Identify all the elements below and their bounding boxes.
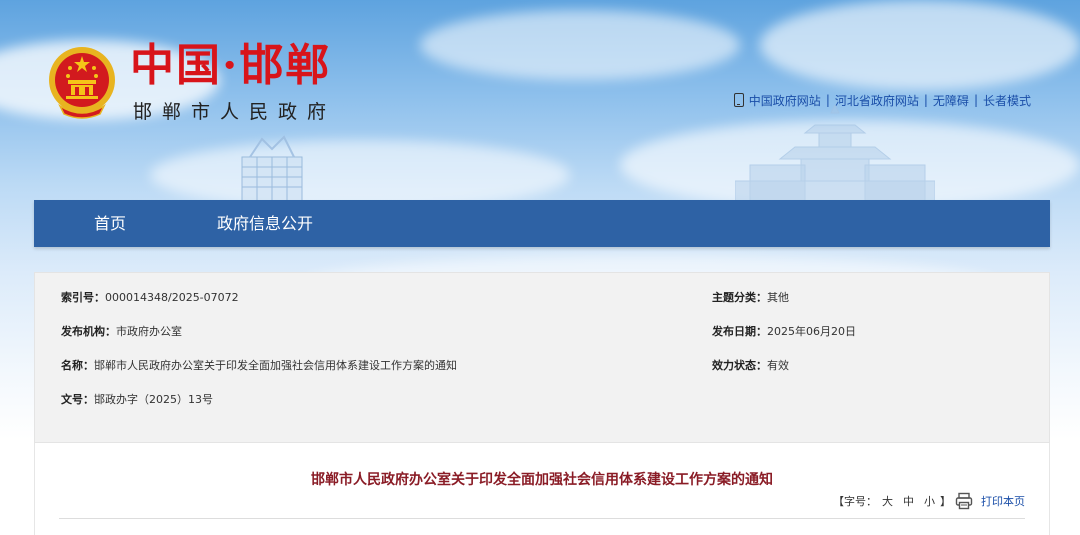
link-hebei-gov[interactable]: 河北省政府网站: [835, 92, 919, 109]
meta-topic: 主题分类：其他: [712, 290, 789, 306]
meta-index: 索引号：000014348/2025-07072: [61, 290, 239, 306]
meta-name-label: 名称：: [61, 359, 94, 372]
separator: |: [923, 93, 928, 107]
font-size-close: 】: [940, 495, 951, 508]
meta-date-value: 2025年06月20日: [767, 325, 856, 338]
meta-org: 发布机构：市政府办公室: [61, 324, 182, 340]
meta-topic-label: 主题分类：: [712, 291, 767, 304]
meta-index-value: 000014348/2025-07072: [105, 291, 239, 304]
meta-docno: 文号：邯政办字（2025）13号: [61, 392, 213, 408]
meta-docno-label: 文号：: [61, 393, 94, 406]
meta-org-value: 市政府办公室: [116, 325, 182, 338]
meta-status-label: 效力状态：: [712, 359, 767, 372]
printer-icon[interactable]: [955, 492, 973, 510]
cloud: [420, 10, 740, 80]
meta-name: 名称：邯郸市人民政府办公室关于印发全面加强社会信用体系建设工作方案的通知: [61, 358, 457, 374]
cloud: [760, 0, 1080, 90]
article-content: 邯郸市人民政府办公室关于印发全面加强社会信用体系建设工作方案的通知 【字号： 大…: [34, 443, 1050, 535]
meta-status-value: 有效: [767, 359, 789, 372]
nav-item-gov-info[interactable]: 政府信息公开: [217, 200, 313, 247]
font-size-small-button[interactable]: 小: [924, 493, 935, 509]
site-logo-subtitle: 邯郸市人民政府: [133, 101, 337, 123]
national-emblem-icon: [49, 47, 115, 119]
font-size-medium-button[interactable]: 中: [903, 493, 914, 509]
print-page-link[interactable]: 打印本页: [981, 493, 1025, 509]
palace-illustration: [735, 105, 935, 201]
link-elder-mode[interactable]: 长者模式: [983, 92, 1031, 109]
divider: [59, 518, 1025, 519]
meta-date: 发布日期：2025年06月20日: [712, 324, 856, 340]
link-china-gov[interactable]: 中国政府网站: [749, 92, 821, 109]
meta-index-label: 索引号：: [61, 291, 105, 304]
document-metadata-panel: 索引号：000014348/2025-07072 主题分类：其他 发布机构：市政…: [34, 272, 1050, 443]
city-sculpture-illustration: [241, 135, 303, 201]
meta-date-label: 发布日期：: [712, 325, 767, 338]
meta-status: 效力状态：有效: [712, 358, 789, 374]
main-nav: 首页 政府信息公开: [34, 200, 1050, 247]
nav-item-home[interactable]: 首页: [94, 200, 126, 247]
separator: |: [973, 93, 978, 107]
article-tools: 【字号： 大 中 小 】 打印本页: [833, 491, 1025, 511]
top-links: 中国政府网站 | 河北省政府网站 | 无障碍 | 长者模式: [733, 91, 1031, 109]
link-accessibility[interactable]: 无障碍: [933, 92, 969, 109]
meta-name-value: 邯郸市人民政府办公室关于印发全面加强社会信用体系建设工作方案的通知: [94, 359, 457, 372]
font-size-label: 【字号：: [833, 495, 877, 508]
meta-org-label: 发布机构：: [61, 325, 116, 338]
separator: |: [825, 93, 830, 107]
meta-docno-value: 邯政办字（2025）13号: [94, 393, 213, 406]
meta-topic-value: 其他: [767, 291, 789, 304]
site-logo-title[interactable]: 中国·邯郸: [130, 40, 331, 92]
article-title: 邯郸市人民政府办公室关于印发全面加强社会信用体系建设工作方案的通知: [311, 472, 773, 488]
mobile-phone-icon[interactable]: [733, 93, 744, 107]
font-size-large-button[interactable]: 大: [882, 493, 893, 509]
